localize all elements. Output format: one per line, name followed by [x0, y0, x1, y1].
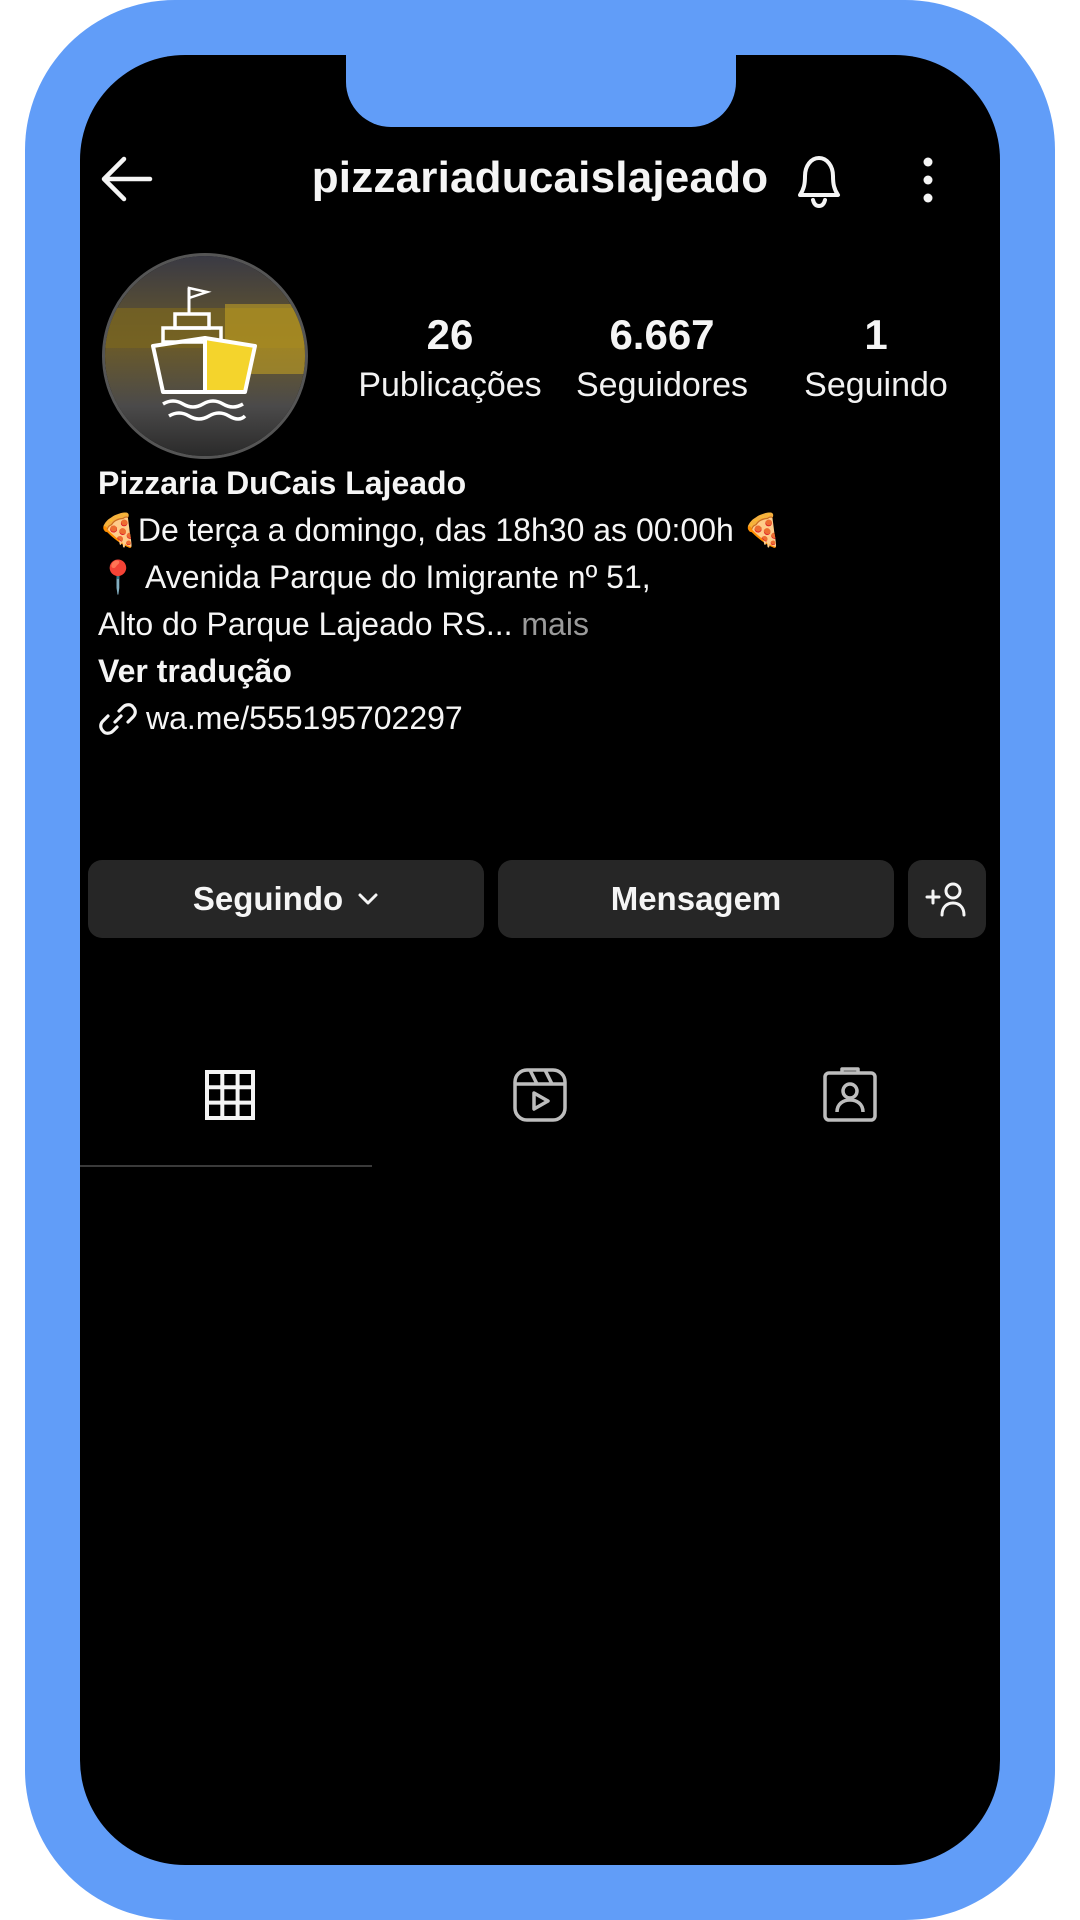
reels-icon — [513, 1068, 567, 1122]
stat-following-label: Seguindo — [804, 366, 948, 404]
profile-tabs — [80, 1025, 1000, 1170]
website-url: wa.me/555195702297 — [146, 700, 463, 736]
top-bar: pizzariaducaislajeado — [80, 125, 1000, 235]
suggest-users-button[interactable] — [908, 860, 986, 938]
grid-icon — [205, 1070, 255, 1120]
following-button[interactable]: Seguindo — [88, 860, 484, 938]
active-tab-indicator — [80, 1165, 372, 1167]
stat-followers-count: 6.667 — [609, 311, 715, 358]
stat-following-count: 1 — [864, 311, 888, 358]
stat-followers-label: Seguidores — [575, 366, 748, 404]
message-button[interactable]: Mensagem — [498, 860, 894, 938]
phone-notch — [346, 55, 736, 127]
bio-address: 📍 Avenida Parque do Imigrante nº 51, — [98, 559, 651, 595]
link-icon — [99, 702, 137, 735]
stat-followers[interactable]: 6.667 Seguidores — [562, 310, 762, 410]
profile-username: pizzariaducaislajeado — [311, 153, 769, 202]
stat-posts-count: 26 — [426, 311, 474, 358]
bio-website-link[interactable]: wa.me/555195702297 — [98, 695, 988, 742]
profile-bio: Pizzaria DuCais Lajeado 🍕De terça a domi… — [98, 460, 988, 742]
more-vertical-icon[interactable] — [918, 155, 938, 205]
stat-following[interactable]: 1 Seguindo — [776, 310, 976, 410]
chevron-down-icon — [358, 893, 378, 905]
see-translation-link[interactable]: Ver tradução — [98, 648, 988, 695]
tagged-icon — [823, 1067, 877, 1122]
profile-display-name: Pizzaria DuCais Lajeado — [98, 465, 467, 501]
bio-hours: 🍕De terça a domingo, das 18h30 as 00:00h… — [98, 512, 783, 548]
bell-icon[interactable] — [790, 151, 848, 209]
tab-grid[interactable] — [80, 1025, 380, 1165]
following-button-label: Seguindo — [192, 880, 344, 917]
profile-actions: Seguindo Mensagem — [88, 860, 1000, 938]
bio-more-link[interactable]: mais — [513, 606, 589, 642]
profile-stats: 26 Publicações 6.667 Seguidores 1 Seguin… — [80, 310, 1000, 430]
stat-posts[interactable]: 26 Publicações — [350, 310, 550, 410]
add-user-icon — [925, 882, 966, 917]
stat-posts-label: Publicações — [358, 366, 542, 404]
bio-address-line2: Alto do Parque Lajeado RS... — [98, 606, 513, 642]
bio-address-continued: Alto do Parque Lajeado RS... mais — [98, 601, 988, 648]
profile-screen: pizzariaducaislajeado 26 Publicações 6.6… — [80, 55, 1000, 1865]
message-button-label: Mensagem — [610, 880, 782, 917]
tab-reels[interactable] — [390, 1025, 690, 1165]
tab-tagged[interactable] — [700, 1025, 1000, 1165]
